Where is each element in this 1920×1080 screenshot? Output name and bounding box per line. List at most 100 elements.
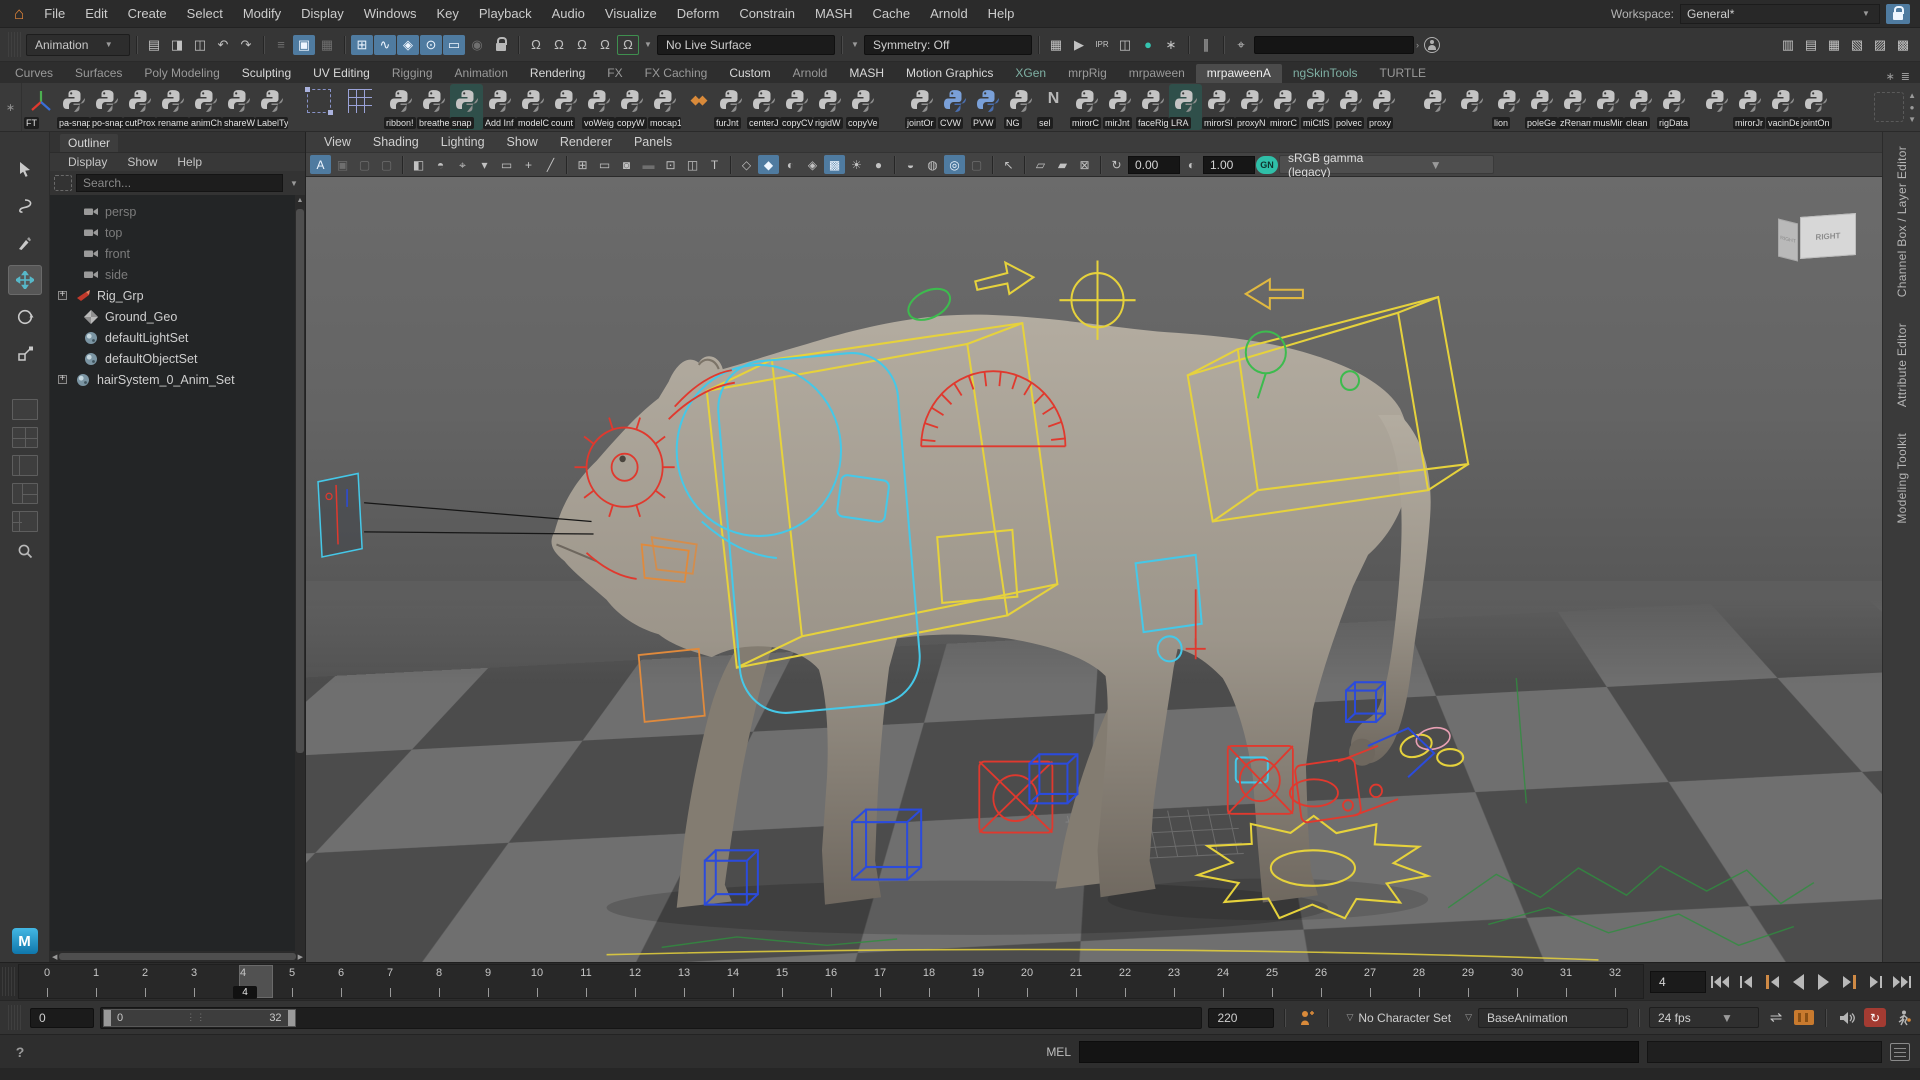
ssao-icon[interactable]: ◒ [900,155,921,174]
shelf-mirorc-button[interactable]: mirorC [1070,84,1103,130]
fps-dropdown[interactable]: 24 fps▼ [1649,1007,1759,1028]
layout-outliner-persp-button[interactable] [12,511,38,532]
menu-constrain[interactable]: Constrain [729,0,805,27]
chevron-right-icon[interactable]: › [1416,40,1419,50]
outliner-menu-display[interactable]: Display [60,155,115,169]
viewport-menu-renderer[interactable]: Renderer [550,135,622,149]
shelf-tab-arnold[interactable]: Arnold [782,64,839,83]
shelf-copyw-button[interactable]: copyW [615,84,648,130]
shelf-snap-button[interactable]: snap [450,84,483,130]
shelf-jointon-button[interactable]: jointOn [1799,84,1832,130]
undo-icon[interactable]: ↶ [212,35,234,55]
toggle-attribute-editor-icon[interactable]: ▧ [1846,35,1868,55]
playback-loop-icon[interactable]: ⇌ [1765,1008,1787,1028]
lasso-tool[interactable] [8,191,42,221]
workspace-dropdown[interactable]: General* ▼ [1680,4,1880,24]
shelf-mirorjr-button[interactable]: mirorJr [1733,84,1766,130]
shelf-tab-ngskintools[interactable]: ngSkinTools [1282,64,1369,83]
shelf-copycv-button[interactable]: copyCV [780,84,813,130]
shelf-sel-button[interactable]: Nsel [1037,84,1070,130]
shelf-tab-rendering[interactable]: Rendering [519,64,596,83]
quick-select-input[interactable] [1254,36,1414,54]
scroll-up-icon[interactable]: ▲ [295,197,305,204]
outliner-search-input[interactable]: Search... [76,174,283,192]
play-backwards-button[interactable] [1786,970,1810,994]
range-grip[interactable] [8,1005,22,1030]
safe-action-icon[interactable]: ◫ [682,155,703,174]
gamma-badge[interactable]: GN [1256,156,1278,174]
chevron-down-icon[interactable]: ▽ [1465,1012,1472,1023]
animation-preferences-icon[interactable] [1892,1008,1914,1028]
viewport-scene[interactable]: RIGHT RIGHT [306,177,1882,962]
shelf-vacinde-button[interactable]: vacinDe [1766,84,1799,130]
menu-modify[interactable]: Modify [233,0,291,27]
wireframe-icon[interactable]: ◇ [736,155,757,174]
scroll-right-icon[interactable]: ▶ [298,953,303,961]
maya-logo[interactable]: M [12,928,38,954]
step-forward-frame-button[interactable] [1864,970,1888,994]
shelf-tab-mash[interactable]: MASH [838,64,895,83]
shelf-mirorc-button[interactable]: mirorC [1268,84,1301,130]
shelf-python-button[interactable] [1418,84,1451,130]
shelf-labelty-button[interactable]: LabelTy [255,84,288,130]
shelf-furjnt-button[interactable]: furJnt [714,84,747,130]
shelf-tab-curves[interactable]: Curves [4,64,64,83]
go-to-start-button[interactable] [1708,970,1732,994]
menu-edit[interactable]: Edit [75,0,117,27]
scale-tool[interactable] [8,339,42,369]
shelf-scroll-arrows[interactable]: ▲●▼ [1908,91,1916,124]
view-gizmo-face[interactable]: RIGHT [1800,213,1856,259]
menu-arnold[interactable]: Arnold [920,0,978,27]
rig-arrow-left-control[interactable] [1246,279,1303,308]
shelf-cvw-button[interactable]: CVW [938,84,971,130]
live-surface-field[interactable]: No Live Surface [657,35,835,55]
toggle-channel-box-icon[interactable]: ▦ [1823,35,1845,55]
look-through-icon[interactable]: ▢ [354,155,375,174]
highlight-selection-icon[interactable]: Ω [594,35,616,55]
paint-select-tool[interactable] [8,228,42,258]
snap-to-curve-icon[interactable]: ∿ [374,35,396,55]
animation-end-field[interactable]: 220 [1208,1008,1274,1028]
viewport-menu-shading[interactable]: Shading [363,135,429,149]
shelf-lion-button[interactable]: lion [1492,84,1525,130]
menu-select[interactable]: Select [177,0,233,27]
exposure-field[interactable]: 0.00 [1128,156,1180,174]
shelf-rename-button[interactable]: rename [156,84,189,130]
chevron-down-icon[interactable]: ▼ [641,28,655,61]
shelf-tab-poly-modeling[interactable]: Poly Modeling [133,64,230,83]
shelf-tab-fx-caching[interactable]: FX Caching [634,64,719,83]
use-default-material-icon[interactable]: ◈ [802,155,823,174]
maya-home-icon[interactable]: ⌂ [14,4,24,24]
dof-icon[interactable]: ▢ [966,155,987,174]
select-by-hierarchy-icon[interactable]: ≡ [270,35,292,55]
menu-file[interactable]: File [34,0,75,27]
contrast-icon[interactable]: ◐ [1181,155,1202,174]
shelf-add-inf-button[interactable]: Add Inf [483,84,516,130]
viewport-menu-panels[interactable]: Panels [624,135,682,149]
playback-range[interactable]: 0 ⋮⋮ 32 [103,1009,296,1027]
viewport-menu-view[interactable]: View [314,135,361,149]
help-icon[interactable]: ? [10,1044,30,1060]
account-icon[interactable] [1421,35,1443,55]
range-slider-track[interactable]: 0 ⋮⋮ 32 [100,1007,1202,1029]
outliner-item-defaultobjectset[interactable]: defaultObjectSet [50,348,305,369]
outliner-item-top[interactable]: top [50,222,305,243]
script-editor-icon[interactable] [1890,1043,1910,1061]
toggle-tool-settings-icon[interactable]: ▨ [1869,35,1891,55]
select-camera-icon[interactable]: ◧ [408,155,429,174]
shelf-po-snap-button[interactable]: po-snap [90,84,123,130]
command-language-toggle[interactable]: MEL [1046,1045,1071,1059]
pause-viewport-icon[interactable]: ∥ [1195,35,1217,55]
shelf-zrenam-button[interactable]: zRenam [1558,84,1591,130]
xray-icon[interactable]: ▱ [1030,155,1051,174]
shelf-editor-icon[interactable]: ∗ [0,83,22,131]
selected-only-icon[interactable]: ▣ [332,155,353,174]
viewport-menu-show[interactable]: Show [497,135,548,149]
shelf-tab-motion-graphics[interactable]: Motion Graphics [895,64,1004,83]
input-connections-icon[interactable]: Ω [525,35,547,55]
shelf-diamond-button[interactable]: ◆◆ [681,84,714,130]
shelf-proxy-button[interactable]: proxy [1367,84,1400,130]
menu-cache[interactable]: Cache [863,0,921,27]
step-forward-key-button[interactable] [1838,970,1862,994]
shelf-tab-mrpaweena[interactable]: mrpaweenA [1196,64,1282,83]
